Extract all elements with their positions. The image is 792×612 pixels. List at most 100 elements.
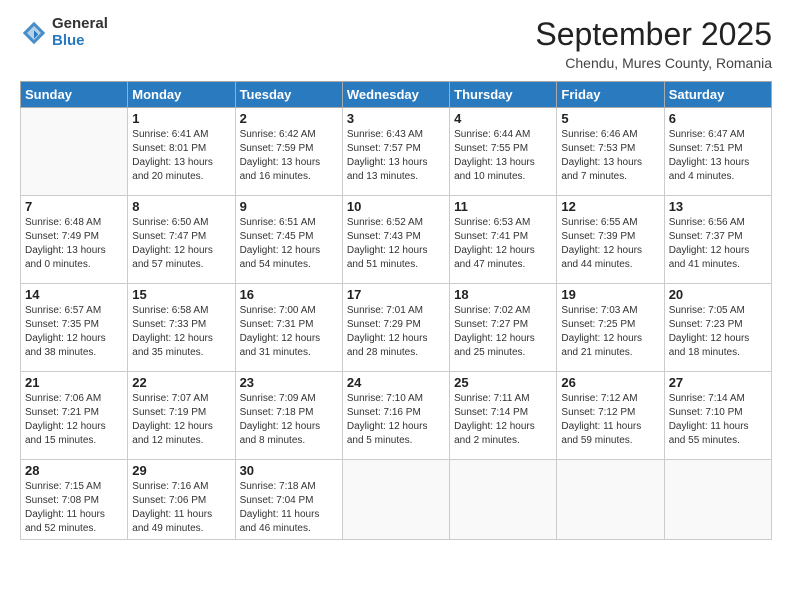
table-row: 23 Sunrise: 7:09 AMSunset: 7:18 PMDayligh… [235,372,342,460]
table-row: 20 Sunrise: 7:05 AMSunset: 7:23 PMDayligh… [664,284,771,372]
day-info: Sunrise: 6:48 AMSunset: 7:49 PMDaylight:… [25,216,123,272]
day-info: Sunrise: 6:42 AMSunset: 7:59 PMDaylight:… [240,128,338,184]
table-row: 18 Sunrise: 7:02 AMSunset: 7:27 PMDayligh… [450,284,557,372]
calendar-header-row: Sunday Monday Tuesday Wednesday Thursday… [21,82,772,108]
day-number: 1 [132,111,230,126]
table-row: 30 Sunrise: 7:18 AMSunset: 7:04 PMDayligh… [235,460,342,540]
page: General Blue September 2025 Chendu, Mure… [0,0,792,612]
day-info: Sunrise: 6:51 AMSunset: 7:45 PMDaylight:… [240,216,338,272]
day-number: 8 [132,199,230,214]
table-row: 14 Sunrise: 6:57 AMSunset: 7:35 PMDayligh… [21,284,128,372]
col-friday: Friday [557,82,664,108]
table-row: 6Sunrise: 6:47 AMSunset: 7:51 PMDaylight… [664,108,771,196]
table-row [664,460,771,540]
day-number: 11 [454,199,552,214]
day-number: 14 [25,287,123,302]
header: General Blue September 2025 Chendu, Mure… [20,16,772,71]
day-info: Sunrise: 6:46 AMSunset: 7:53 PMDaylight:… [561,128,659,184]
table-row: 4Sunrise: 6:44 AMSunset: 7:55 PMDaylight… [450,108,557,196]
title-block: September 2025 Chendu, Mures County, Rom… [535,16,772,71]
logo: General Blue [20,16,108,49]
logo-general-text: General [52,16,108,33]
day-info: Sunrise: 6:43 AMSunset: 7:57 PMDaylight:… [347,128,445,184]
day-info: Sunrise: 7:10 AMSunset: 7:16 PMDaylight:… [347,392,445,448]
day-number: 23 [240,375,338,390]
day-number: 22 [132,375,230,390]
table-row: 21Sunrise: 7:06 AMSunset: 7:21 PMDayligh… [21,372,128,460]
table-row: 27 Sunrise: 7:14 AMSunset: 7:10 PMDayligh… [664,372,771,460]
table-row: 9 Sunrise: 6:51 AMSunset: 7:45 PMDaylight… [235,196,342,284]
col-sunday: Sunday [21,82,128,108]
day-number: 30 [240,463,338,478]
table-row: 7 Sunrise: 6:48 AMSunset: 7:49 PMDaylight… [21,196,128,284]
day-info: Sunrise: 7:18 AMSunset: 7:04 PMDaylight:… [240,480,338,536]
day-number: 29 [132,463,230,478]
table-row: 22 Sunrise: 7:07 AMSunset: 7:19 PMDayligh… [128,372,235,460]
col-wednesday: Wednesday [342,82,449,108]
col-thursday: Thursday [450,82,557,108]
day-info: Sunrise: 7:11 AMSunset: 7:14 PMDaylight:… [454,392,552,448]
day-info: Sunrise: 7:05 AMSunset: 7:23 PMDaylight:… [669,304,767,360]
col-saturday: Saturday [664,82,771,108]
day-info: Sunrise: 7:00 AMSunset: 7:31 PMDaylight:… [240,304,338,360]
day-number: 28 [25,463,123,478]
logo-text: General Blue [52,16,108,49]
day-number: 18 [454,287,552,302]
day-number: 10 [347,199,445,214]
table-row: 12Sunrise: 6:55 AMSunset: 7:39 PMDayligh… [557,196,664,284]
day-info: Sunrise: 7:02 AMSunset: 7:27 PMDaylight:… [454,304,552,360]
table-row: 25 Sunrise: 7:11 AMSunset: 7:14 PMDayligh… [450,372,557,460]
table-row: 8Sunrise: 6:50 AMSunset: 7:47 PMDaylight… [128,196,235,284]
day-info: Sunrise: 6:47 AMSunset: 7:51 PMDaylight:… [669,128,767,184]
logo-icon [20,19,48,47]
table-row: 3 Sunrise: 6:43 AMSunset: 7:57 PMDaylight… [342,108,449,196]
table-row: 13Sunrise: 6:56 AMSunset: 7:37 PMDayligh… [664,196,771,284]
logo-blue-text: Blue [52,33,108,50]
day-info: Sunrise: 6:52 AMSunset: 7:43 PMDaylight:… [347,216,445,272]
location-title: Chendu, Mures County, Romania [535,55,772,71]
table-row: 10 Sunrise: 6:52 AMSunset: 7:43 PMDayligh… [342,196,449,284]
table-row: 19Sunrise: 7:03 AMSunset: 7:25 PMDayligh… [557,284,664,372]
day-number: 26 [561,375,659,390]
calendar-table: Sunday Monday Tuesday Wednesday Thursday… [20,81,772,540]
table-row [450,460,557,540]
table-row [21,108,128,196]
day-info: Sunrise: 7:09 AMSunset: 7:18 PMDaylight:… [240,392,338,448]
day-number: 9 [240,199,338,214]
table-row: 29 Sunrise: 7:16 AMSunset: 7:06 PMDayligh… [128,460,235,540]
month-title: September 2025 [535,16,772,53]
day-info: Sunrise: 6:56 AMSunset: 7:37 PMDaylight:… [669,216,767,272]
day-number: 17 [347,287,445,302]
day-info: Sunrise: 7:01 AMSunset: 7:29 PMDaylight:… [347,304,445,360]
day-info: Sunrise: 7:03 AMSunset: 7:25 PMDaylight:… [561,304,659,360]
day-info: Sunrise: 7:12 AMSunset: 7:12 PMDaylight:… [561,392,659,448]
col-tuesday: Tuesday [235,82,342,108]
day-number: 7 [25,199,123,214]
day-number: 20 [669,287,767,302]
day-info: Sunrise: 7:14 AMSunset: 7:10 PMDaylight:… [669,392,767,448]
day-number: 27 [669,375,767,390]
day-info: Sunrise: 6:57 AMSunset: 7:35 PMDaylight:… [25,304,123,360]
day-number: 21 [25,375,123,390]
day-number: 24 [347,375,445,390]
table-row: 2 Sunrise: 6:42 AMSunset: 7:59 PMDaylight… [235,108,342,196]
table-row [342,460,449,540]
table-row [557,460,664,540]
day-info: Sunrise: 6:55 AMSunset: 7:39 PMDaylight:… [561,216,659,272]
day-info: Sunrise: 7:07 AMSunset: 7:19 PMDaylight:… [132,392,230,448]
table-row: 24 Sunrise: 7:10 AMSunset: 7:16 PMDayligh… [342,372,449,460]
table-row: 1Sunrise: 6:41 AMSunset: 8:01 PMDaylight… [128,108,235,196]
table-row: 28 Sunrise: 7:15 AMSunset: 7:08 PMDayligh… [21,460,128,540]
day-number: 25 [454,375,552,390]
day-number: 15 [132,287,230,302]
day-info: Sunrise: 7:16 AMSunset: 7:06 PMDaylight:… [132,480,230,536]
table-row: 16Sunrise: 7:00 AMSunset: 7:31 PMDayligh… [235,284,342,372]
day-info: Sunrise: 6:44 AMSunset: 7:55 PMDaylight:… [454,128,552,184]
day-info: Sunrise: 6:58 AMSunset: 7:33 PMDaylight:… [132,304,230,360]
table-row: 26 Sunrise: 7:12 AMSunset: 7:12 PMDayligh… [557,372,664,460]
day-info: Sunrise: 7:15 AMSunset: 7:08 PMDaylight:… [25,480,123,536]
table-row: 11Sunrise: 6:53 AMSunset: 7:41 PMDayligh… [450,196,557,284]
day-number: 3 [347,111,445,126]
day-number: 2 [240,111,338,126]
table-row: 17 Sunrise: 7:01 AMSunset: 7:29 PMDayligh… [342,284,449,372]
